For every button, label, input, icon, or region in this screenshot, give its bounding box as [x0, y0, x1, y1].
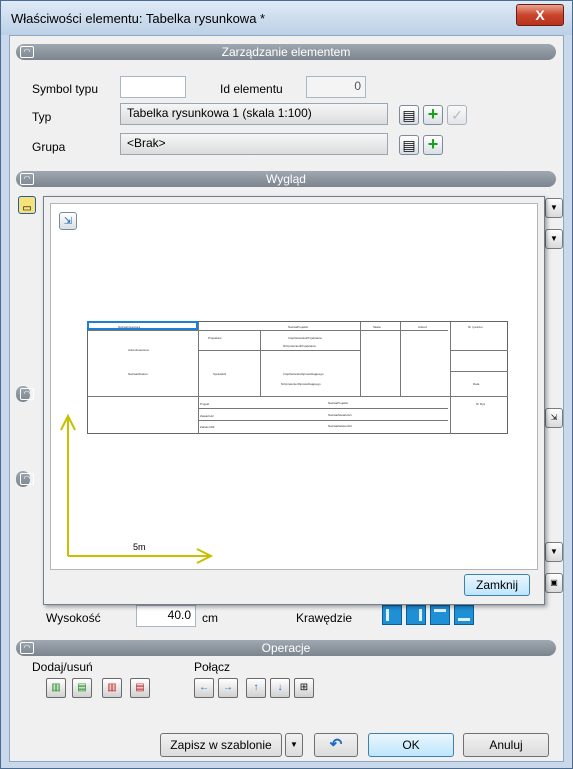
close-preview-button[interactable]: Zamknij	[464, 574, 530, 596]
section-header-management[interactable]: ◠ Zarządzanie elementem	[16, 44, 556, 60]
merge-left-button[interactable]: ←	[194, 678, 214, 698]
element-id-input: 0	[306, 76, 366, 98]
window-title: Właściwości elementu: Tabelka rysunkowa …	[11, 11, 266, 26]
folder-icon: ▭	[22, 203, 32, 214]
properties-window: Właściwości elementu: Tabelka rysunkowa …	[0, 0, 573, 769]
arrow-left-icon: ←	[199, 682, 209, 693]
save-template-dropdown[interactable]: ▼	[285, 733, 303, 757]
height-label: Wysokość	[46, 611, 101, 625]
section-header-appearance[interactable]: ◠ Wygląd	[16, 171, 556, 187]
split-cell-button[interactable]: ⊞	[294, 678, 314, 698]
scale-indicator	[60, 413, 214, 564]
preview-canvas: ⇲ NazwaInwestora NazwaProjektu Skala Ark…	[50, 203, 538, 570]
plus-icon: +	[427, 104, 439, 124]
group-label: Grupa	[32, 140, 66, 154]
remove-row-button[interactable]: ▤	[130, 678, 150, 698]
plus-icon: +	[427, 134, 439, 154]
add-remove-label: Dodaj/usuń	[32, 660, 93, 674]
edge-right-button[interactable]	[406, 605, 426, 625]
export-button[interactable]: ⇲	[545, 408, 563, 428]
group-library-button[interactable]: ▤	[399, 135, 419, 155]
add-column-icon: ▥	[51, 682, 61, 693]
section-header-collapsed[interactable]: ◠	[16, 386, 34, 402]
undo-icon: ↶	[329, 736, 343, 753]
element-id-label: Id elementu	[220, 82, 283, 96]
add-group-button[interactable]: +	[423, 135, 443, 155]
chevron-down-icon: ▼	[290, 740, 298, 749]
merge-down-button[interactable]: ↓	[270, 678, 290, 698]
section-header-operations[interactable]: ◠ Operacje	[16, 640, 556, 656]
section-title-management: Zarządzanie elementem	[221, 45, 351, 59]
symbol-type-label: Symbol typu	[32, 82, 99, 96]
close-window-button[interactable]: X	[516, 4, 564, 26]
dropdown-button[interactable]: ▼	[545, 198, 563, 218]
document-icon: ▤	[402, 107, 416, 123]
title-bar[interactable]: Właściwości elementu: Tabelka rysunkowa …	[1, 1, 572, 35]
type-library-button[interactable]: ▤	[399, 105, 419, 125]
remove-column-button[interactable]: ▥	[102, 678, 122, 698]
document-icon: ▤	[402, 137, 416, 153]
type-select[interactable]: Tabelka rysunkowa 1 (skala 1:100)	[120, 103, 388, 125]
add-type-button[interactable]: +	[423, 105, 443, 125]
edge-bottom-button[interactable]	[454, 605, 474, 625]
section-header-collapsed[interactable]: ◠	[16, 471, 34, 487]
preview-popup: ⇲ NazwaInwestora NazwaProjektu Skala Ark…	[43, 196, 545, 605]
merge-right-button[interactable]: →	[218, 678, 238, 698]
type-label: Typ	[32, 110, 52, 124]
section-title-appearance: Wygląd	[266, 172, 306, 186]
remove-column-icon: ▥	[107, 682, 117, 693]
edge-left-button[interactable]	[382, 605, 402, 625]
edges-label: Krawędzie	[296, 611, 353, 625]
merge-label: Połącz	[194, 660, 231, 674]
collapse-icon[interactable]: ◠	[20, 642, 34, 654]
collapse-icon[interactable]: ◠	[20, 388, 34, 400]
arrow-right-icon: →	[223, 682, 233, 693]
preview-toggle-button[interactable]: ▭	[18, 196, 36, 214]
merge-up-button[interactable]: ↑	[246, 678, 266, 698]
symbol-type-input[interactable]	[120, 76, 186, 98]
remove-row-icon: ▤	[135, 682, 145, 693]
arrow-down-icon: ↓	[277, 682, 283, 693]
undo-button[interactable]: ↶	[314, 733, 358, 757]
collapse-icon[interactable]: ◠	[20, 473, 34, 485]
dropdown-button[interactable]: ▼	[545, 542, 563, 562]
add-row-button[interactable]: ▤	[72, 678, 92, 698]
save-template-button[interactable]: Zapisz w szablonie	[160, 733, 282, 757]
arrow-up-icon: ↑	[253, 682, 259, 693]
collapse-icon[interactable]: ◠	[20, 173, 34, 185]
ok-button[interactable]: OK	[368, 733, 454, 757]
cancel-button[interactable]: Anuluj	[463, 733, 549, 757]
scale-label: 5m	[133, 542, 146, 552]
side-option-button[interactable]: ▣	[545, 573, 563, 593]
dropdown-button[interactable]: ▼	[545, 229, 563, 249]
split-cell-icon: ⊞	[299, 682, 309, 693]
section-title-operations: Operacje	[261, 641, 311, 655]
check-icon: ✓	[451, 107, 463, 123]
edge-top-button[interactable]	[430, 605, 450, 625]
add-row-icon: ▤	[77, 682, 87, 693]
height-unit: cm	[202, 611, 218, 625]
collapse-icon[interactable]: ◠	[20, 46, 34, 58]
apply-type-button[interactable]: ✓	[447, 105, 467, 125]
add-column-button[interactable]: ▥	[46, 678, 66, 698]
group-select[interactable]: <Brak>	[120, 133, 388, 155]
height-input[interactable]: 40.0	[136, 605, 196, 627]
